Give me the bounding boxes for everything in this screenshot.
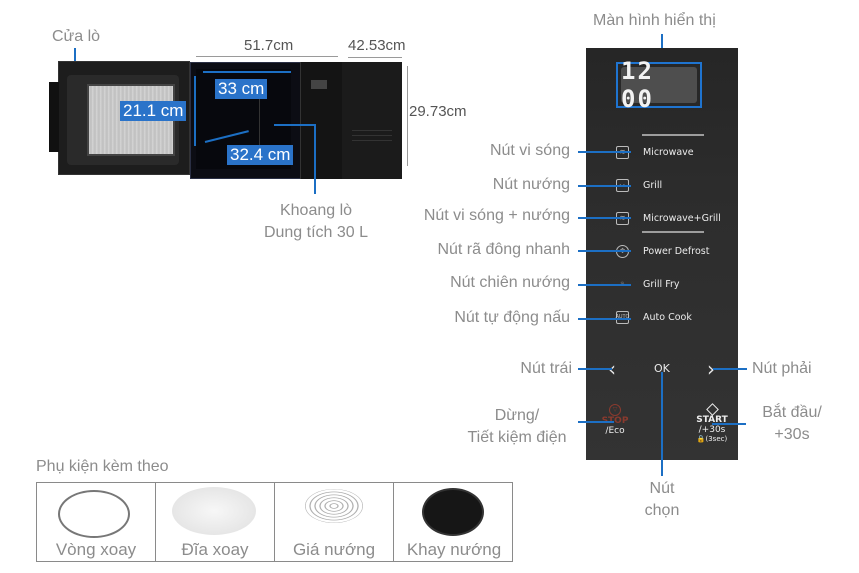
accessories-title: Phụ kiện kèm theo [36,458,169,475]
callout-grill-fry: Nút chiên nướng [450,274,570,291]
start-icon [705,403,719,416]
accessories-table: Vòng xoay Đĩa xoay Giá nướng Khay nướng [36,482,513,562]
separator [642,134,704,136]
callout-line [712,423,746,425]
callout-ok-line1: Nút [649,480,675,497]
callout-line [578,217,631,219]
auto-cook-button[interactable]: AUTO Auto Cook [616,307,692,327]
oven-side [342,62,402,179]
cavity-height-arrow [194,76,196,146]
callout-start-line1: Bắt đầu/ [762,404,822,421]
cavity-callout-line-v [314,124,316,194]
cavity-width-arrow [203,71,291,73]
callout-line [578,151,631,153]
callout-microwave: Nút vi sóng [489,142,570,159]
callout-line [578,185,631,187]
width-arrow [196,56,338,57]
baking-tray-icon [422,488,484,536]
callout-start-line2: +30s [774,426,810,443]
separator [642,231,704,233]
cavity-depth-tag: 32.4 cm [227,145,294,165]
turntable-ring-icon [58,490,130,538]
accessory-baking-tray: Khay nướng [394,483,514,562]
accessory-grill-rack: Giá nướng [275,483,394,562]
accessory-turntable-plate: Đĩa xoay [156,483,275,562]
callout-power-defrost: Nút rã đông nhanh [437,241,570,258]
display-screen: 12 00 [616,57,702,113]
height-arrow [407,66,408,166]
callout-ok-line2: chọn [644,502,680,519]
door-label: Cửa lò [52,28,101,45]
oven-control-strip [300,62,342,179]
callout-line [578,368,612,370]
callout-auto-cook: Nút tự động nấu [454,309,570,326]
cavity-height-tag: 21.1 cm [120,101,187,121]
turntable-plate-icon [172,487,256,535]
depth-dimension: 42.53cm [348,37,406,54]
cavity-callout-line-h [274,124,316,126]
cavity-label: Khoang lò [279,202,353,219]
capacity-label: Dung tích 30 L [263,224,369,241]
callout-line [578,284,631,286]
callout-left: Nút trái [520,360,572,377]
microwave-grill-button[interactable]: ≋ Microwave+Grill [616,208,721,228]
callout-line-ok [661,372,663,476]
display-value: 12 00 [621,57,654,113]
callout-line [713,368,747,370]
height-dimension: 29.73cm [409,103,467,120]
width-dimension: 51.7cm [244,37,294,54]
callout-microwave-grill: Nút vi sóng + nướng [423,207,570,224]
callout-line [578,421,614,423]
callout-right: Nút phải [752,360,812,377]
stop-icon: ▽ [609,404,621,416]
accessory-turntable-ring: Vòng xoay [37,483,156,562]
grill-rack-icon [305,489,363,523]
lock-icon: 🔒 [696,435,706,443]
stop-eco-button[interactable]: ▽ STOP /Eco [600,404,630,436]
display-title: Màn hình hiển thị [593,12,716,29]
callout-line [578,250,631,252]
auto-cook-icon: AUTO [616,310,629,324]
callout-line [578,318,631,320]
depth-arrow [348,57,402,58]
callout-stop-line1: Dừng/ [494,407,540,424]
callout-grill: Nút nướng [492,176,570,193]
cavity-width-tag: 33 cm [215,79,268,99]
callout-stop-line2: Tiết kiệm điện [467,429,567,446]
